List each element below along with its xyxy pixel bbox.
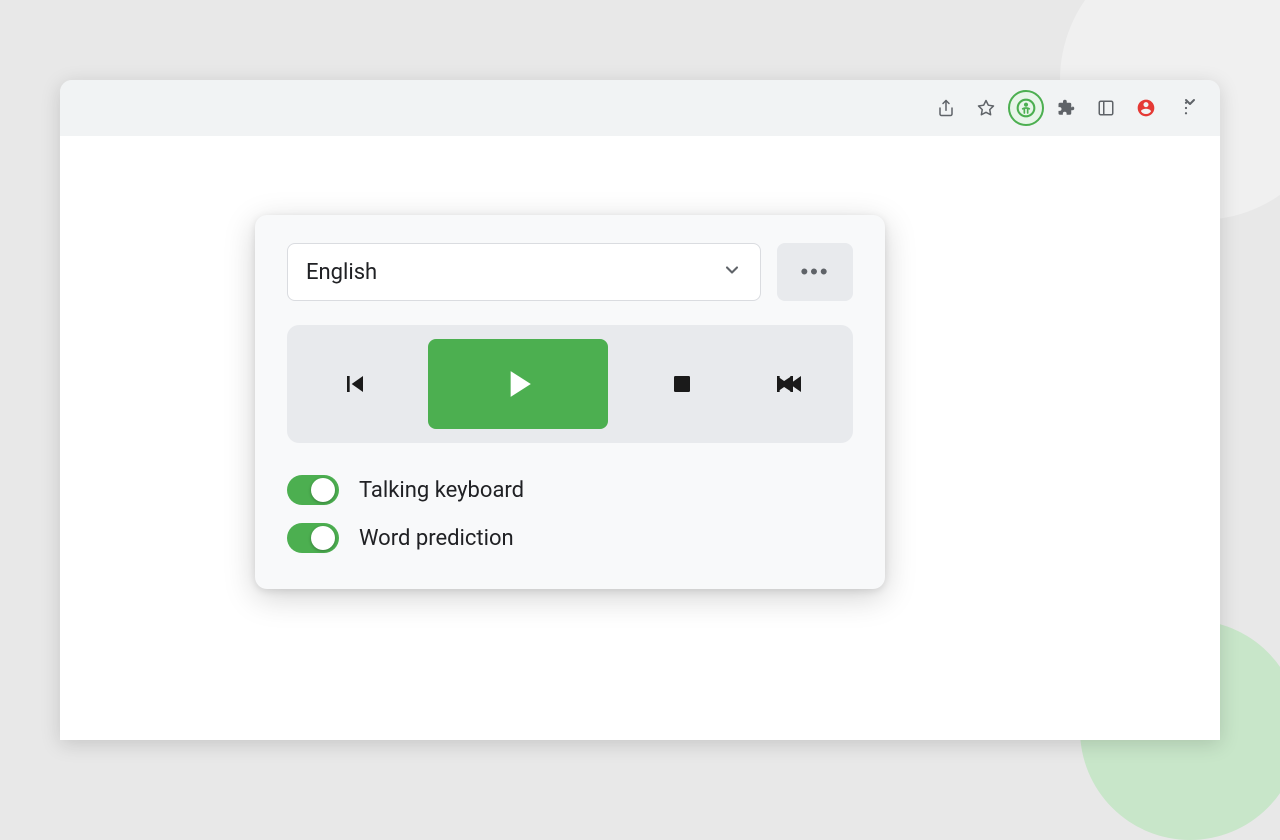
talking-keyboard-toggle[interactable] [287,475,339,505]
language-select-value: English [306,260,377,285]
stop-button[interactable] [652,354,712,414]
browser-toolbar [60,80,1220,136]
word-prediction-toggle-row: Word prediction [287,523,853,553]
skip-forward-button[interactable] [755,354,815,414]
share-icon-button[interactable] [928,90,964,126]
toggles-section: Talking keyboard Word prediction [287,475,853,553]
talking-keyboard-label: Talking keyboard [359,478,524,503]
chevron-down-icon[interactable] [1176,88,1204,116]
play-button[interactable] [428,339,608,429]
more-options-button[interactable]: ••• [777,243,853,301]
media-controls-bar [287,325,853,443]
sidebar-icon-button[interactable] [1088,90,1124,126]
toolbar-icons-group [928,90,1204,126]
word-prediction-label: Word prediction [359,526,514,551]
language-select-dropdown[interactable]: English [287,243,761,301]
talking-keyboard-toggle-row: Talking keyboard [287,475,853,505]
accessibility-extension-button[interactable] [1008,90,1044,126]
language-row: English ••• [287,243,853,301]
language-chevron-icon [722,260,742,285]
word-prediction-toggle[interactable] [287,523,339,553]
profile-icon-button[interactable] [1128,90,1164,126]
accessibility-popup: English ••• [255,215,885,589]
bookmark-icon-button[interactable] [968,90,1004,126]
extensions-icon-button[interactable] [1048,90,1084,126]
skip-back-button[interactable] [325,354,385,414]
